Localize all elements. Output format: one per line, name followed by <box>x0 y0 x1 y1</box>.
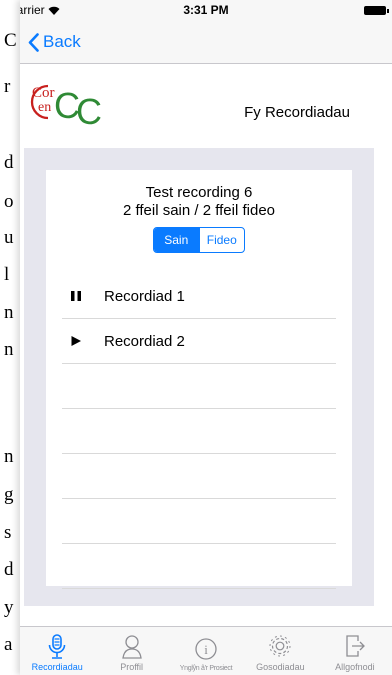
bg-letter: n <box>4 302 14 323</box>
logo-text-en: en <box>38 100 51 115</box>
tab-label: Proffil <box>120 662 144 672</box>
recording-title: Test recording 6 <box>145 184 253 201</box>
back-button[interactable]: Back <box>28 32 81 52</box>
bg-letter: n <box>4 339 14 360</box>
recording-label: Recordiad 2 <box>104 332 185 350</box>
bg-letter: C <box>4 30 17 51</box>
bg-letter: o <box>4 191 14 212</box>
info-icon: i <box>195 638 217 660</box>
list-item-empty <box>62 544 336 589</box>
media-type-segmented-control[interactable]: Sain Fideo <box>153 227 245 253</box>
bg-letter: d <box>4 559 14 580</box>
background-page-strip: C r d o u l n n n g s d y a <box>0 0 20 675</box>
person-icon <box>121 635 142 659</box>
logo-text-c2: C <box>76 91 102 126</box>
list-item[interactable]: Recordiad 1 <box>62 274 336 319</box>
logout-icon <box>346 635 365 657</box>
list-item-empty <box>62 364 336 409</box>
tab-gosodiadau[interactable]: Gosodiadau <box>243 627 317 675</box>
tab-proffil[interactable]: Proffil <box>94 627 168 675</box>
tab-label: Recordiadau <box>31 662 83 672</box>
svg-text:i: i <box>204 642 208 657</box>
bg-letter: u <box>4 227 14 248</box>
tab-ynglyn[interactable]: i Ynglŷn â'r Prosiect <box>169 627 243 675</box>
tab-recordiadau[interactable]: Recordiadau <box>20 627 94 675</box>
bg-letter: a <box>4 634 13 655</box>
bg-letter: s <box>4 522 12 543</box>
bg-letter: n <box>4 446 14 467</box>
back-label: Back <box>43 32 81 51</box>
microphone-icon <box>48 634 66 659</box>
status-time: 3:31 PM <box>183 3 229 17</box>
list-item-empty <box>62 409 336 454</box>
recording-card: Test recording 6 2 ffeil sain / 2 ffeil … <box>46 170 352 589</box>
tab-label: Gosodiadau <box>256 662 305 672</box>
tab-allgofnodi[interactable]: Allgofnodi <box>318 627 392 675</box>
page-title: Fy Recordiadau <box>244 104 350 121</box>
tab-label: Ynglŷn â'r Prosiect <box>179 665 233 672</box>
chevron-left-icon <box>28 32 39 52</box>
list-item-empty <box>62 454 336 499</box>
pause-icon[interactable] <box>62 290 92 302</box>
segment-sain[interactable]: Sain <box>154 228 199 252</box>
page-header: Cor en C C Fy Recordiadau <box>20 64 392 148</box>
status-bar: Carrier 3:31 PM <box>20 0 392 20</box>
content-panel: Test recording 6 2 ffeil sain / 2 ffeil … <box>24 148 374 606</box>
segment-fideo[interactable]: Fideo <box>198 228 245 252</box>
list-item[interactable]: Recordiad 2 <box>62 319 336 364</box>
bg-letter: g <box>4 484 14 505</box>
corenc-logo: Cor en C C <box>30 84 102 126</box>
app-screen: Carrier 3:31 PM Back Cor en C C Fy Recor… <box>20 0 392 675</box>
bg-letter: r <box>4 76 11 97</box>
gear-icon <box>269 635 291 657</box>
list-item-empty <box>62 499 336 544</box>
recordings-list: Recordiad 1 Recordiad 2 <box>62 274 336 589</box>
tab-bar: Recordiadau Proffil i Ynglŷn â'r Prosiec… <box>20 626 392 675</box>
play-icon[interactable] <box>62 335 92 347</box>
bg-letter: d <box>4 152 14 173</box>
navigation-bar: Back <box>20 20 392 64</box>
tab-label: Allgofnodi <box>335 662 375 672</box>
recording-label: Recordiad 1 <box>104 287 185 305</box>
bg-letter: y <box>4 597 14 618</box>
bg-letter: l <box>4 264 10 285</box>
recording-subtitle: 2 ffeil sain / 2 ffeil fideo <box>122 202 276 219</box>
battery-icon <box>364 6 389 15</box>
